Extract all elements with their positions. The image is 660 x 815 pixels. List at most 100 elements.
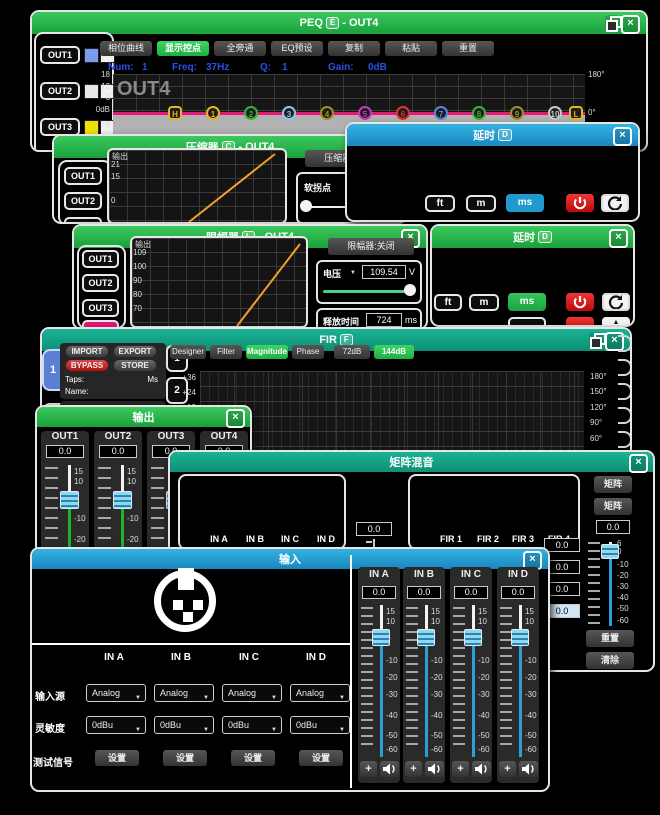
refresh-icon[interactable] [601, 194, 629, 212]
peq-preset-button[interactable]: EQ预设 [271, 41, 323, 56]
delay1-unit-ms-button[interactable]: ms [506, 194, 544, 212]
close-icon[interactable]: × [613, 127, 632, 146]
fader-track[interactable] [519, 637, 522, 757]
mute-speaker-icon[interactable] [425, 761, 444, 777]
power-icon[interactable] [566, 194, 594, 212]
spinner-up-partial[interactable]: ▲ [602, 317, 630, 327]
close-icon[interactable]: × [226, 409, 245, 428]
input-titlebar[interactable]: 输入 [32, 549, 548, 569]
mute-speaker-icon[interactable] [519, 761, 538, 777]
peq-point-5[interactable]: 5 [358, 106, 372, 120]
fir-slot-tab[interactable]: 1 [42, 349, 62, 391]
fader-track[interactable] [472, 637, 475, 757]
fir-tab-phase[interactable]: Phase [292, 345, 324, 359]
curve-color-swatch[interactable] [84, 48, 99, 63]
matrix-titlebar[interactable]: 矩阵混音 [170, 452, 653, 472]
gain-value[interactable]: 0.0 [362, 586, 396, 599]
peq-copy-button[interactable]: 复制 [328, 41, 380, 56]
source-select[interactable]: Analog▼ [290, 684, 350, 702]
fir-store-button[interactable]: STORE [114, 360, 156, 371]
matrix-route-button[interactable]: 矩阵 [594, 476, 632, 493]
fader-track[interactable] [609, 550, 612, 626]
phase-plus-button[interactable]: + [360, 761, 377, 777]
sensitivity-select[interactable]: 0dBu▼ [222, 716, 282, 734]
peq-phase-curve-button[interactable]: 相位曲线 [100, 41, 152, 56]
test-signal-set-button[interactable]: 设置 [299, 750, 343, 766]
peq-point-2[interactable]: 2 [244, 106, 258, 120]
peq-paste-button[interactable]: 粘贴 [385, 41, 437, 56]
source-select[interactable]: Analog▼ [154, 684, 214, 702]
matrix-mid-gain[interactable]: 0.0 [356, 522, 392, 536]
sensitivity-select[interactable]: 0dBu▼ [154, 716, 214, 734]
delay2-unit-ft-button[interactable]: ft [434, 294, 462, 311]
gain-value[interactable]: 0.0 [454, 586, 488, 599]
fader-handle[interactable] [464, 629, 482, 646]
fader-handle[interactable] [601, 544, 619, 559]
gain-value[interactable]: 0.0 [407, 586, 441, 599]
peq-point-7[interactable]: 7 [434, 106, 448, 120]
peq-point-6[interactable]: 6 [396, 106, 410, 120]
fir-import-button[interactable]: IMPORT [66, 346, 108, 357]
gain-value[interactable]: 0.0 [501, 586, 535, 599]
peq-point-9[interactable]: 9 [510, 106, 524, 120]
delay2-unit-ms-button[interactable]: ms [508, 293, 546, 311]
phase-plus-button[interactable]: + [499, 761, 516, 777]
voltage-value[interactable]: 109.54 [362, 265, 406, 279]
peq-point-lp[interactable]: L [569, 106, 583, 120]
release-value[interactable]: 724 [366, 313, 402, 327]
fir-tab-designer[interactable]: Designer [170, 345, 206, 359]
peq-channel-out1[interactable]: OUT1 [40, 46, 80, 64]
gain-value[interactable]: 0.0 [99, 445, 137, 458]
knee-slider-handle[interactable] [300, 200, 312, 212]
fir-bypass-button[interactable]: BYPASS [66, 360, 108, 371]
peq-titlebar[interactable]: PEQ E - OUT4 [32, 12, 646, 34]
fader-handle[interactable] [60, 491, 79, 509]
peq-point-hp[interactable]: H [168, 106, 182, 120]
peq-point-1[interactable]: 1 [206, 106, 220, 120]
fader-handle[interactable] [511, 629, 529, 646]
peq-point-3[interactable]: 3 [282, 106, 296, 120]
test-signal-set-button[interactable]: 设置 [231, 750, 275, 766]
delay1-unit-m-button[interactable]: m [466, 195, 496, 212]
sensitivity-select[interactable]: 0dBu▼ [86, 716, 146, 734]
phase-plus-button[interactable]: + [405, 761, 422, 777]
delay2-unit-m-button[interactable]: m [469, 294, 499, 311]
limiter-channel-out2[interactable]: OUT2 [82, 274, 119, 292]
fir-tab-magnitude[interactable]: Magnitude [246, 345, 288, 359]
source-select[interactable]: Analog▼ [222, 684, 282, 702]
compressor-channel-out3[interactable]: OUT3 [64, 217, 102, 224]
delay2-titlebar[interactable]: 延时 D [432, 226, 633, 248]
fader-track[interactable] [380, 637, 383, 757]
fader-handle[interactable] [417, 629, 435, 646]
fader-track[interactable] [425, 637, 428, 757]
fir-export-button[interactable]: EXPORT [114, 346, 156, 357]
gain-value[interactable]: 0.0 [46, 445, 84, 458]
sensitivity-select[interactable]: 0dBu▼ [290, 716, 350, 734]
refresh-icon[interactable] [602, 293, 630, 311]
voltage-slider-handle[interactable] [404, 284, 416, 296]
phase-plus-button[interactable]: + [452, 761, 469, 777]
matrix-gain-value[interactable]: 0.0 [596, 520, 630, 534]
delay1-titlebar[interactable]: 延时 D [347, 124, 638, 146]
peq-point-4[interactable]: 4 [320, 106, 334, 120]
fir-tab-72db[interactable]: 72dB [334, 345, 370, 359]
fir-tab-144db[interactable]: 144dB [374, 345, 414, 359]
power-icon-partial[interactable] [566, 317, 594, 327]
peq-bypass-all-button[interactable]: 全旁通 [214, 41, 266, 56]
fader-handle[interactable] [372, 629, 390, 646]
test-signal-set-button[interactable]: 设置 [95, 750, 139, 766]
fader-handle[interactable] [113, 491, 132, 509]
delay1-unit-ft-button[interactable]: ft [425, 195, 455, 212]
limiter-off-button[interactable]: 限幅器:关闭 [328, 238, 414, 255]
voltage-slider-track[interactable] [323, 290, 411, 293]
test-signal-set-button[interactable]: 设置 [163, 750, 207, 766]
close-icon[interactable]: × [609, 229, 628, 248]
peq-point-8[interactable]: 8 [472, 106, 486, 120]
limiter-channel-out1[interactable]: OUT1 [82, 250, 119, 268]
peq-channel-out2[interactable]: OUT2 [40, 82, 80, 100]
restore-icon[interactable] [605, 15, 620, 30]
close-icon[interactable]: × [621, 15, 640, 34]
output-titlebar[interactable]: 输出 [37, 407, 250, 427]
limiter-channel-out3[interactable]: OUT3 [82, 299, 119, 317]
peq-reset-button[interactable]: 重置 [442, 41, 494, 56]
